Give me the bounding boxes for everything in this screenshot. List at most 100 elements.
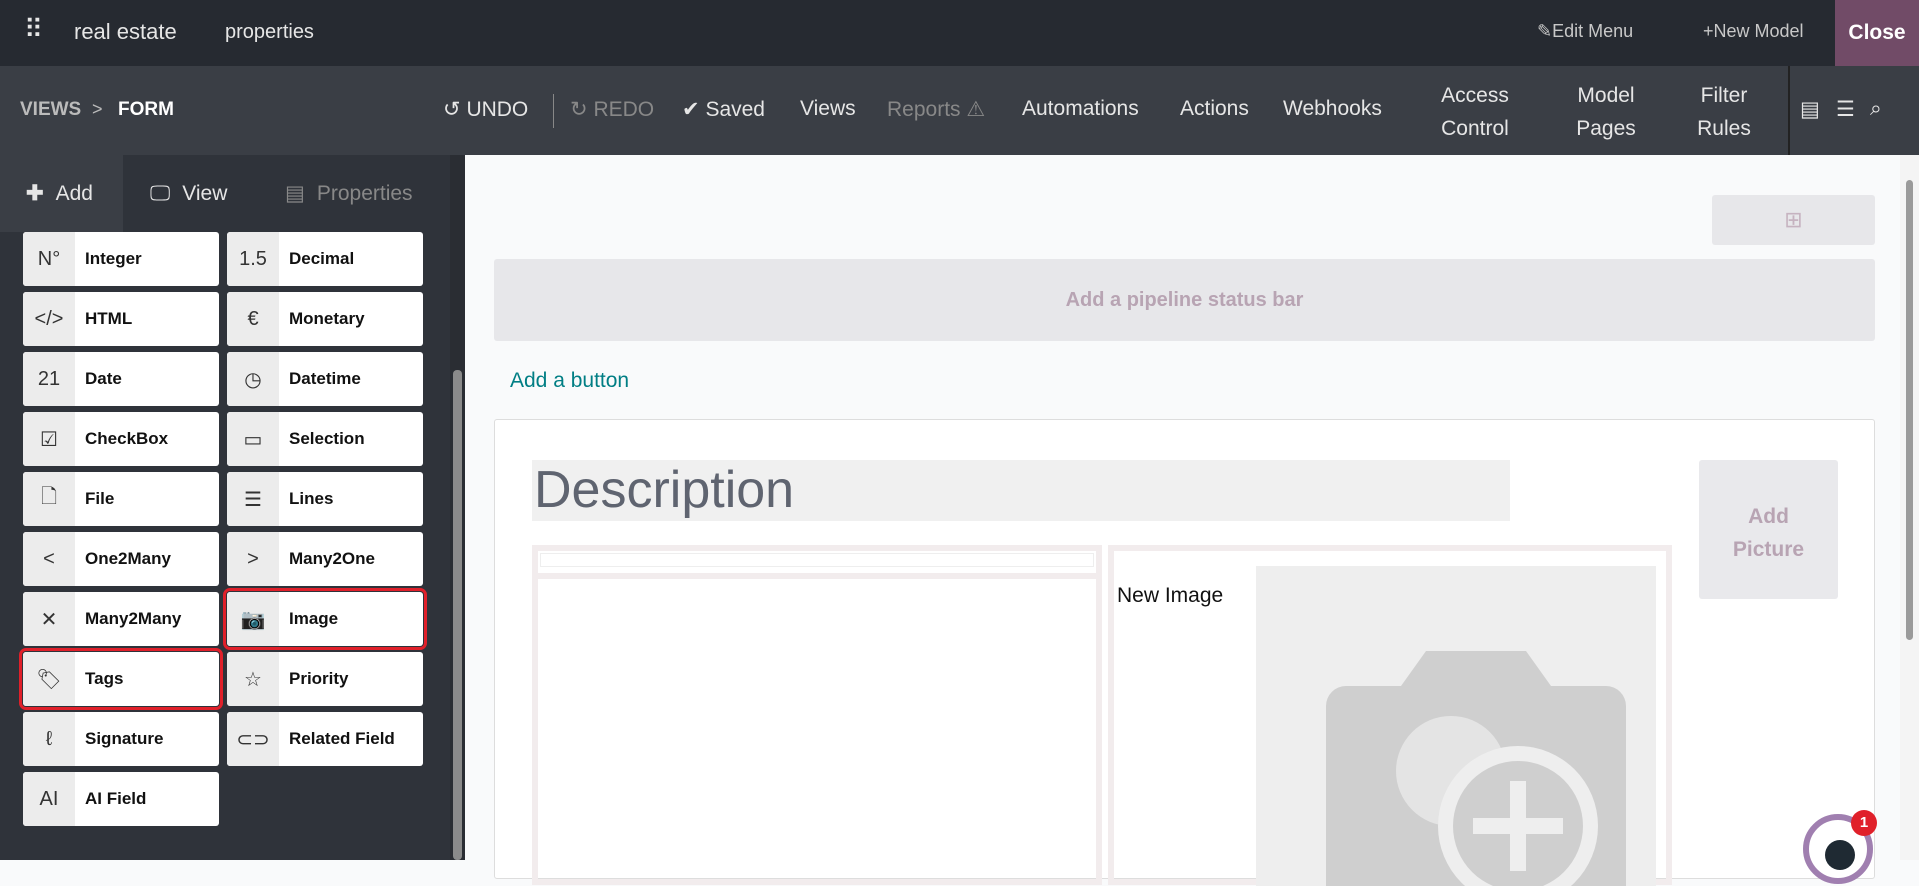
field-label: Many2Many — [85, 609, 182, 628]
warning-icon: ⚠ — [960, 98, 986, 121]
bot-icon — [1825, 840, 1855, 870]
new-image-label: New Image — [1117, 584, 1224, 607]
tab-properties[interactable]: ▤ Properties — [285, 155, 413, 232]
access-control-menu[interactable]: Access Control — [1425, 79, 1525, 145]
tags-icon: 🏷 — [23, 652, 75, 706]
sidebar-scrollbar[interactable] — [450, 155, 465, 860]
related-field-icon: ⊂⊃ — [227, 712, 279, 766]
field-selection[interactable]: ▭ Selection — [227, 412, 423, 466]
model-name[interactable]: properties — [225, 21, 314, 44]
form-view-icon[interactable]: ▤ — [1800, 97, 1820, 122]
tab-add[interactable]: ✚ Add — [0, 155, 123, 232]
ai-field-icon: AI — [23, 772, 75, 826]
field-label: Related Field — [289, 729, 395, 748]
monitor-icon: 🖵 — [150, 181, 171, 205]
saved-status: ✔ Saved — [682, 98, 765, 121]
field-label: Lines — [289, 489, 334, 508]
selection-icon: ▭ — [227, 412, 279, 466]
field-label: Decimal — [289, 249, 355, 268]
field-file[interactable]: 🗋 File — [23, 472, 219, 526]
undo-icon: ↺ — [443, 98, 467, 121]
field-ai-field[interactable]: AI AI Field — [23, 772, 219, 826]
edit-menu-button[interactable]: ✎Edit Menu — [1537, 21, 1633, 42]
views-menu[interactable]: Views — [800, 97, 856, 121]
scrollbar-thumb[interactable] — [1906, 180, 1913, 640]
main-scrollbar[interactable] — [1900, 155, 1919, 860]
empty-field-slot[interactable] — [540, 553, 1094, 567]
reports-menu[interactable]: Reports ⚠ — [887, 97, 985, 122]
undo-button[interactable]: ↺ UNDO — [443, 97, 528, 122]
field-integer[interactable]: N° Integer — [23, 232, 219, 286]
field-one2many[interactable]: < One2Many — [23, 532, 219, 586]
field-date[interactable]: 21 Date — [23, 352, 219, 406]
field-label: CheckBox — [85, 429, 169, 448]
divider — [532, 573, 1102, 579]
properties-icon: ▤ — [285, 182, 305, 205]
notification-badge: 1 — [1851, 810, 1877, 836]
tab-view[interactable]: 🖵 View — [150, 155, 227, 232]
add-picture-button[interactable]: Add Picture — [1699, 460, 1838, 599]
field-label: Datetime — [289, 369, 361, 388]
field-label: Priority — [289, 669, 349, 688]
field-datetime[interactable]: ◷ Datetime — [227, 352, 423, 406]
field-checkbox[interactable]: ☑ CheckBox — [23, 412, 219, 466]
image-icon: 📷 — [227, 592, 279, 646]
field-priority[interactable]: ☆ Priority — [227, 652, 423, 706]
pencil-icon: ✎ — [1537, 21, 1553, 41]
model-pages-menu[interactable]: Model Pages — [1556, 79, 1656, 145]
add-pipeline-status-bar[interactable]: Add a pipeline status bar — [494, 259, 1875, 341]
priority-icon: ☆ — [227, 652, 279, 706]
field-tags[interactable]: 🏷 Tags — [19, 648, 223, 710]
field-label: Signature — [85, 729, 164, 748]
breadcrumb-views[interactable]: VIEWS — [20, 99, 81, 121]
field-many2many[interactable]: ✕ Many2Many — [23, 592, 219, 646]
field-signature[interactable]: ℓ Signature — [23, 712, 219, 766]
left-group[interactable] — [532, 545, 1102, 885]
new-model-button[interactable]: +New Model — [1703, 21, 1804, 42]
scrollbar-thumb[interactable] — [453, 370, 462, 860]
title-field[interactable]: Description — [532, 460, 1510, 521]
many2one-icon: > — [227, 532, 279, 586]
one2many-icon: < — [23, 532, 75, 586]
app-name[interactable]: real estate — [74, 19, 177, 45]
right-group[interactable]: New Image — [1108, 545, 1672, 886]
top-navbar: ⠿ real estate properties ✎Edit Menu +New… — [0, 0, 1919, 66]
field-monetary[interactable]: € Monetary — [227, 292, 423, 346]
date-icon: 21 — [23, 352, 75, 406]
plus-icon: ✚ — [26, 182, 44, 205]
check-icon: ✔ — [682, 98, 706, 121]
filter-rules-menu[interactable]: Filter Rules — [1674, 79, 1774, 145]
checkbox-icon: ☑ — [23, 412, 75, 466]
field-related-field[interactable]: ⊂⊃ Related Field — [227, 712, 423, 766]
image-placeholder[interactable] — [1256, 566, 1656, 886]
breadcrumb-form: FORM — [118, 99, 174, 120]
close-button[interactable]: Close — [1835, 0, 1919, 66]
apps-grid-icon[interactable]: ⠿ — [24, 14, 43, 45]
automations-menu[interactable]: Automations — [1022, 97, 1139, 121]
camera-plus-icon — [1326, 651, 1626, 886]
form-canvas: ⊞ Add a pipeline status bar Add a button… — [469, 155, 1919, 886]
field-label: Image — [289, 609, 339, 628]
field-decimal[interactable]: 1.5 Decimal — [227, 232, 423, 286]
datetime-icon: ◷ — [227, 352, 279, 406]
list-view-icon[interactable]: ☰ — [1836, 97, 1855, 122]
plus-icon: + — [1703, 21, 1714, 41]
field-lines[interactable]: ☰ Lines — [227, 472, 423, 526]
field-label: Many2One — [289, 549, 375, 568]
redo-button[interactable]: ↻ REDO — [570, 97, 654, 122]
field-image[interactable]: 📷 Image — [223, 588, 427, 650]
field-many2one[interactable]: > Many2One — [227, 532, 423, 586]
webhooks-menu[interactable]: Webhooks — [1283, 97, 1382, 121]
field-label: Integer — [85, 249, 142, 268]
add-button-link[interactable]: Add a button — [510, 369, 629, 393]
file-icon: 🗋 — [23, 472, 75, 526]
sidebar: ✚ Add 🖵 View ▤ Properties N° Integer 1.5 Decim… — [0, 155, 465, 860]
field-label: AI Field — [85, 789, 147, 808]
many2many-icon: ✕ — [23, 592, 75, 646]
field-label: One2Many — [85, 549, 171, 568]
field-html[interactable]: </> HTML — [23, 292, 219, 346]
field-label: Date — [85, 369, 122, 388]
add-smart-button[interactable]: ⊞ — [1712, 195, 1875, 245]
actions-menu[interactable]: Actions — [1180, 97, 1249, 121]
search-icon[interactable]: ⌕ — [1870, 97, 1882, 121]
